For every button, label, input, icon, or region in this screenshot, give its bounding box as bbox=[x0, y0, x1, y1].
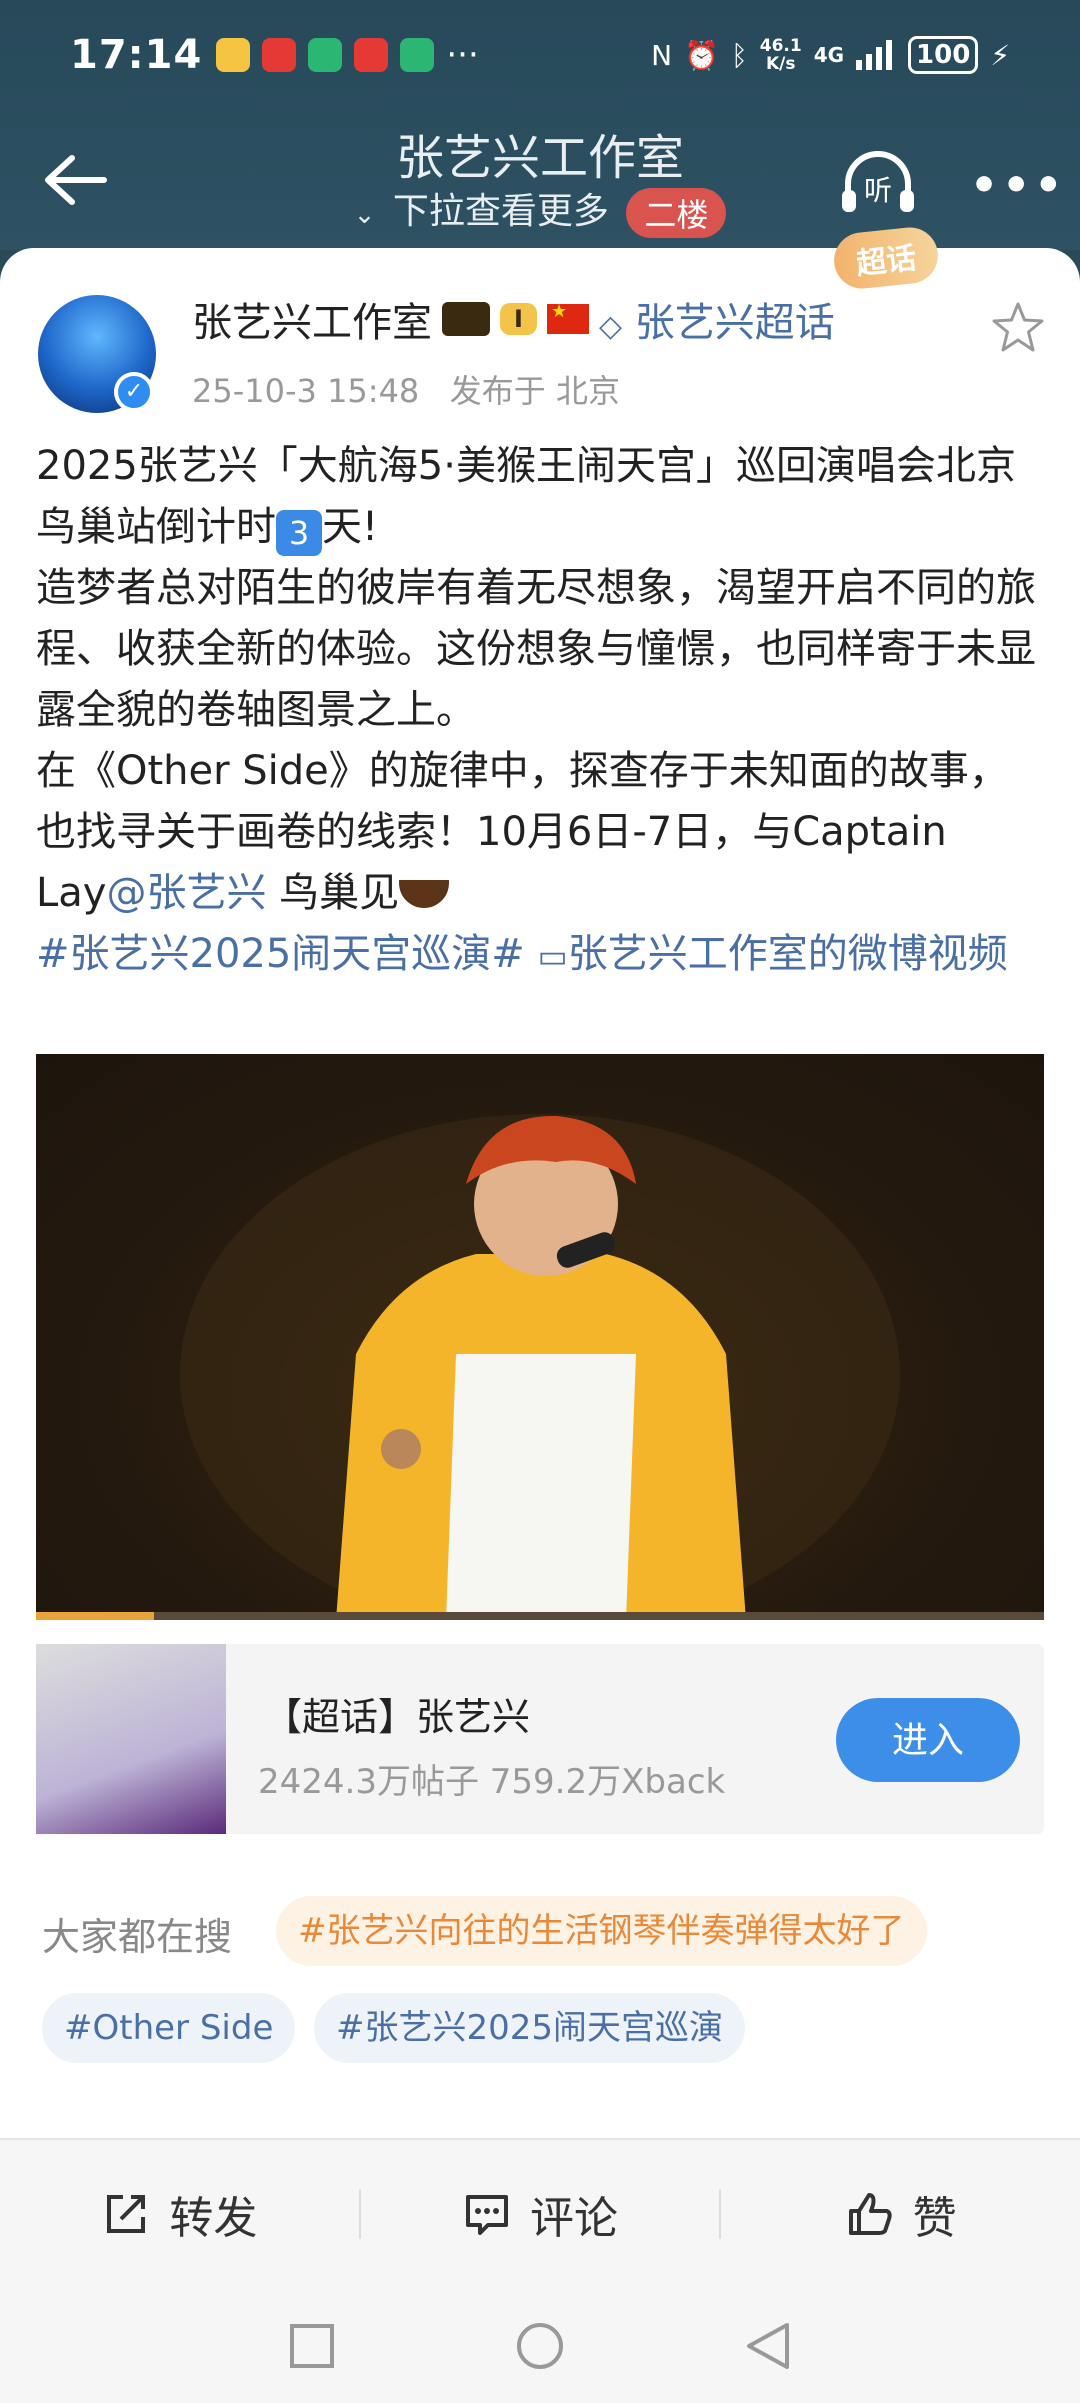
status-time: 17:14 bbox=[70, 32, 203, 78]
video-progress-fill bbox=[36, 1612, 154, 1620]
post-meta: 25-10-3 15:48 发布于 北京 bbox=[192, 366, 620, 412]
chevron-down-icon: ⌄ bbox=[353, 200, 376, 230]
super-topic-thumbnail bbox=[36, 1644, 226, 1834]
notification-icons bbox=[216, 38, 435, 72]
app-notification-icon bbox=[216, 38, 251, 72]
author-name[interactable]: 张艺兴工作室 bbox=[192, 290, 432, 348]
net-speed: 46.1 K/s bbox=[759, 36, 802, 74]
enter-button[interactable]: 进入 bbox=[836, 1698, 1020, 1782]
mention-link[interactable]: @张艺兴 bbox=[106, 870, 266, 916]
recent-apps-icon[interactable] bbox=[289, 2323, 335, 2369]
charging-icon: ⚡ bbox=[990, 38, 1010, 72]
app-notification-icon bbox=[354, 38, 389, 72]
trending-search-label: 大家都在搜 bbox=[42, 1915, 233, 1959]
app-notification-icon bbox=[262, 38, 297, 72]
super-topic-title: 【超话】张艺兴 bbox=[264, 1695, 531, 1739]
topic-chip[interactable]: #Other Side bbox=[42, 1993, 296, 2063]
repost-icon bbox=[107, 2195, 146, 2233]
favorite-star-icon[interactable] bbox=[990, 300, 1046, 356]
pull-down-text: 下拉查看更多 bbox=[392, 191, 609, 232]
super-topic-link[interactable]: ◇ 张艺兴超话 bbox=[599, 290, 835, 348]
action-bar: 转发 评论 赞 bbox=[0, 2138, 1080, 2288]
status-bar: 17:14 ··· N ⏰ ᛒ 46.1 K/s 4G 100 ⚡ bbox=[0, 0, 1080, 110]
comment-icon bbox=[466, 2195, 508, 2235]
post-content: 2025张艺兴「大航海5·美猴王闹天宫」巡回演唱会北京鸟巢站倒计时 3 天! 造梦者… bbox=[36, 436, 1046, 987]
topic-chip[interactable]: #张艺兴2025闹天宫巡演 bbox=[314, 1993, 746, 2063]
back-triangle-icon[interactable] bbox=[745, 2321, 791, 2371]
super-topic-card[interactable]: 【超话】张艺兴 2424.3万帖子 759.2万Xback 进入 bbox=[36, 1644, 1044, 1834]
more-options-icon[interactable]: ••• bbox=[970, 160, 1066, 211]
signal-bars-icon bbox=[856, 40, 893, 70]
video-progress-bar[interactable] bbox=[36, 1612, 1044, 1620]
hot-search-chip[interactable]: #张艺兴向往的生活钢琴伴奏弹得太好了 bbox=[276, 1896, 927, 1966]
countdown-number-badge: 3 bbox=[276, 510, 322, 556]
app-notification-icon bbox=[308, 38, 343, 72]
post-date: 25-10-3 15:48 bbox=[192, 372, 420, 410]
listen-headphones-icon[interactable]: 听 bbox=[838, 148, 918, 218]
comment-button[interactable]: 评论 bbox=[361, 2182, 720, 2246]
bird-nest-emoji-icon bbox=[399, 880, 450, 908]
video-player[interactable] bbox=[36, 1054, 1044, 1620]
more-notifications-icon: ··· bbox=[446, 35, 479, 75]
svg-text:听: 听 bbox=[864, 174, 892, 207]
floor-badge[interactable]: 二楼 bbox=[626, 188, 727, 238]
china-flag-icon bbox=[546, 301, 589, 334]
verified-badge-icon: ✓ bbox=[114, 372, 154, 412]
app-notification-icon bbox=[400, 38, 435, 72]
member-level-badge: I bbox=[500, 303, 537, 335]
content-links: #张艺兴2025闹天宫巡演# ▭张艺兴工作室的微博视频 bbox=[36, 924, 1046, 987]
crown-icon bbox=[442, 302, 490, 336]
post-author-row: 张艺兴工作室 I ◇ 张艺兴超话 bbox=[192, 290, 835, 348]
signal-icon: 4G bbox=[813, 43, 845, 67]
page-title: 张艺兴工作室 bbox=[395, 130, 684, 186]
alarm-icon: ⏰ bbox=[684, 38, 719, 72]
bluetooth-icon: ᛒ bbox=[730, 38, 748, 72]
diamond-icon: ◇ bbox=[598, 309, 623, 344]
post-location: 发布于 北京 bbox=[449, 372, 620, 410]
repost-button[interactable]: 转发 bbox=[0, 2182, 359, 2246]
home-icon[interactable] bbox=[515, 2321, 565, 2371]
video-link[interactable]: ▭张艺兴工作室的微博视频 bbox=[538, 931, 1008, 977]
video-camera-icon: ▭ bbox=[537, 937, 568, 975]
nfc-icon: N bbox=[651, 38, 673, 72]
content-line-1: 2025张艺兴「大航海5·美猴王闹天宫」巡回演唱会北京鸟巢站倒计时 3 天! bbox=[36, 436, 1046, 558]
super-topic-stats: 2424.3万帖子 759.2万Xback bbox=[258, 1762, 726, 1802]
like-button[interactable]: 赞 bbox=[721, 2182, 1080, 2246]
content-paragraph-2: 造梦者总对陌生的彼岸有着无尽想象，渴望开启不同的旅程、收获全新的体验。这份想象与… bbox=[36, 565, 1036, 733]
content-paragraph-3: 在《Other Side》的旋律中，探查存于未知面的故事，也找寻关于画卷的线索！… bbox=[36, 748, 1009, 916]
top-bar: 17:14 ··· N ⏰ ᛒ 46.1 K/s 4G 100 ⚡ 张艺兴工作室… bbox=[0, 0, 1080, 250]
thumbs-up-icon bbox=[848, 2193, 892, 2235]
hashtag-link[interactable]: #张艺兴2025闹天宫巡演# bbox=[36, 931, 525, 977]
battery-indicator: 100 bbox=[908, 36, 979, 74]
system-nav-bar bbox=[0, 2288, 1080, 2403]
video-frame-illustration bbox=[180, 1114, 900, 1620]
